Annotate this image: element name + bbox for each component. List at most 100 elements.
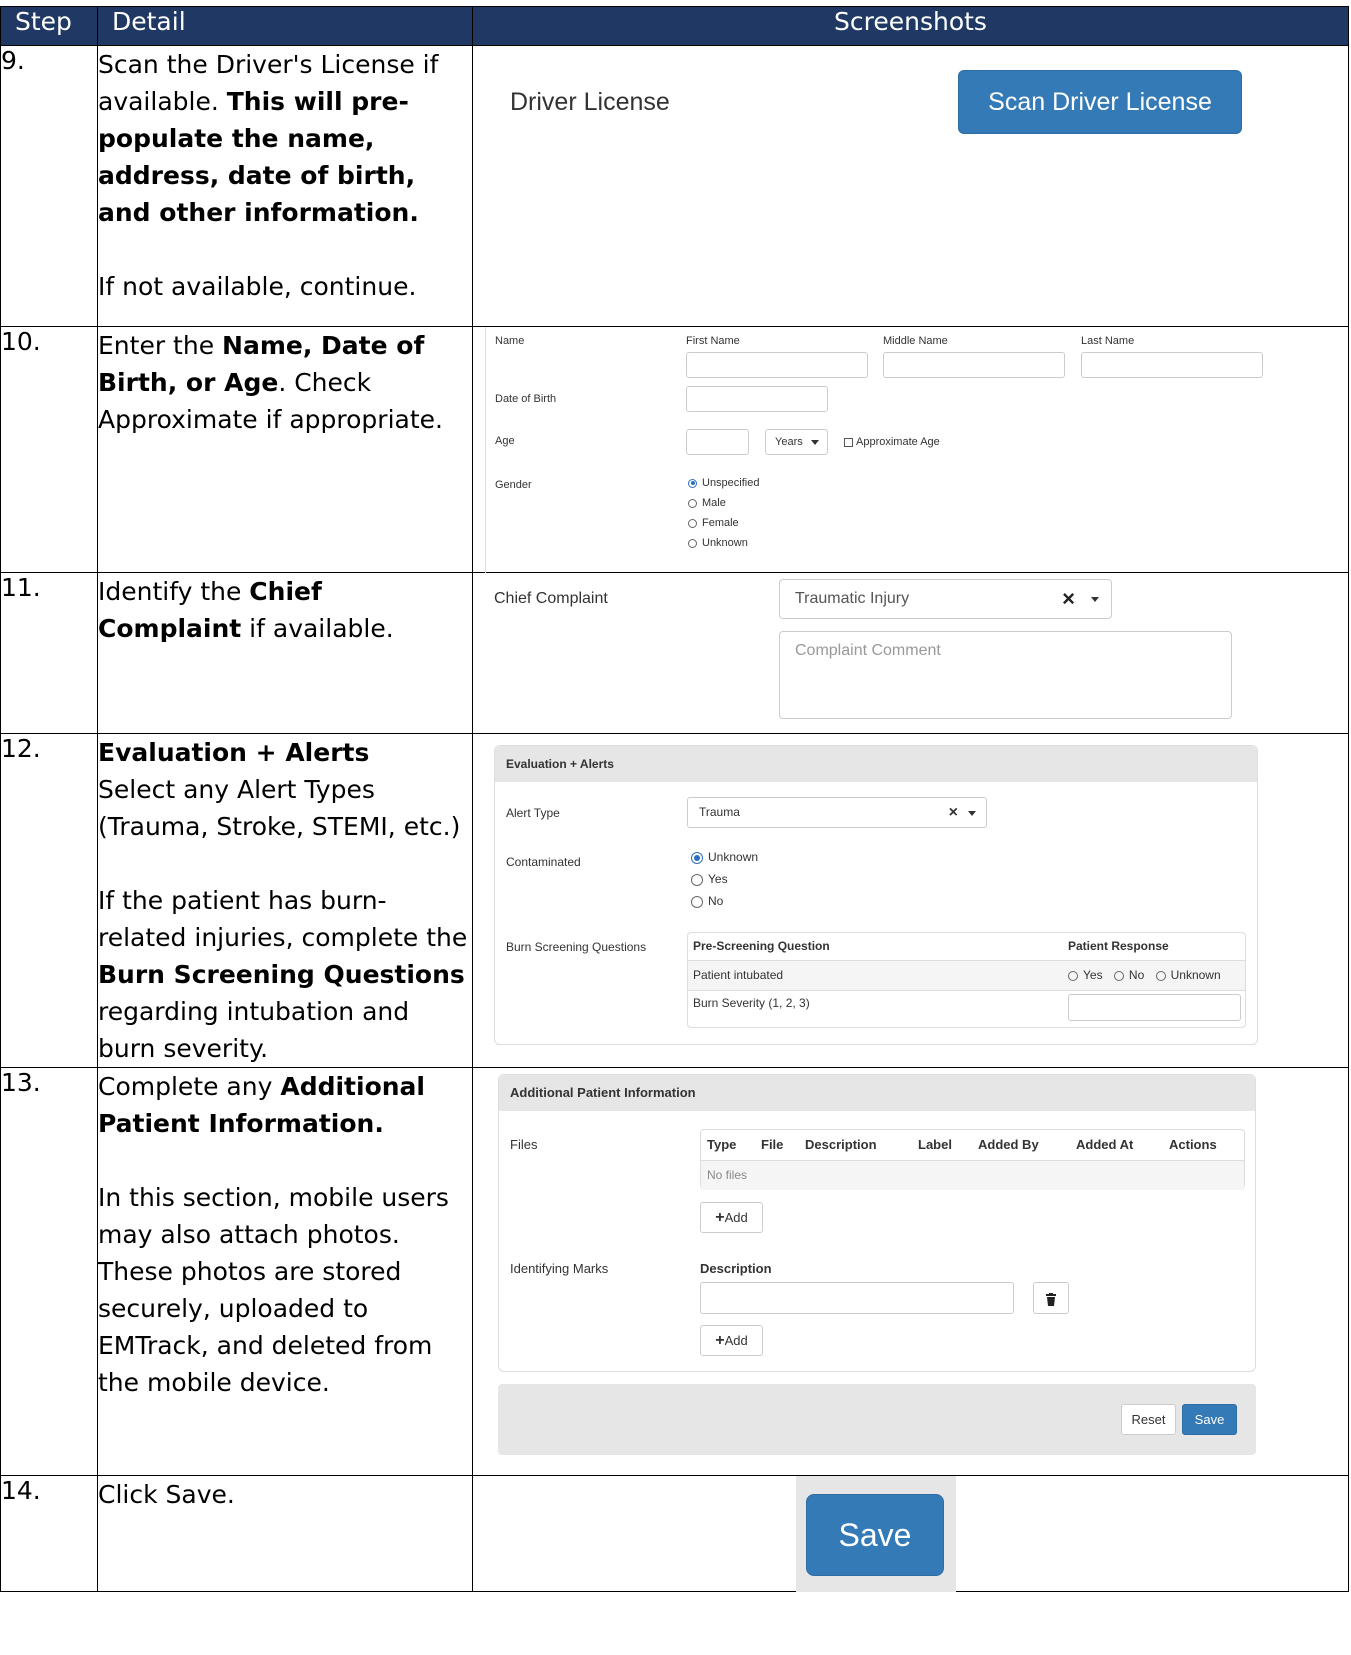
add-mark-button[interactable]: +Add: [700, 1325, 763, 1356]
header-screenshots: Screenshots: [472, 6, 1349, 46]
col-question-header: Pre-Screening Question: [693, 939, 830, 953]
alert-type-value: Trauma: [699, 805, 740, 819]
save-button-backdrop: Save: [796, 1476, 956, 1592]
scan-driver-license-button[interactable]: Scan Driver License: [958, 70, 1242, 134]
burn-screening-label: Burn Screening Questions: [506, 940, 647, 954]
dob-label: Date of Birth: [495, 393, 557, 405]
panel-title: Additional Patient Information: [499, 1075, 1255, 1111]
screenshot-save: Save: [472, 1475, 1349, 1592]
first-name-input[interactable]: [686, 352, 868, 378]
complaint-comment-textarea[interactable]: Complaint Comment: [779, 631, 1232, 719]
screenshot-additional-info: Additional Patient Information Files Typ…: [472, 1067, 1349, 1476]
intubated-option[interactable]: No: [1113, 968, 1144, 982]
delete-mark-button[interactable]: [1033, 1282, 1069, 1314]
step-number: 9.: [0, 45, 98, 327]
burn-severity-input[interactable]: [1068, 994, 1241, 1021]
alert-type-select[interactable]: Trauma ×: [687, 797, 987, 828]
gender-option[interactable]: Unspecified: [688, 473, 759, 493]
age-label: Age: [495, 435, 515, 447]
contaminated-option[interactable]: Unknown: [691, 846, 758, 868]
name-label: Name: [495, 335, 525, 347]
step-number: 10.: [0, 326, 98, 573]
trash-icon: [1046, 1292, 1056, 1306]
step-number: 12.: [0, 733, 98, 1068]
approximate-age-label: Approximate Age: [856, 436, 940, 448]
no-files-text: No files: [707, 1168, 748, 1182]
radio-icon: [1068, 970, 1078, 981]
col-type: Type: [707, 1137, 737, 1152]
col-response-header: Patient Response: [1068, 939, 1169, 953]
screenshot-chief-complaint: Chief Complaint Traumatic Injury × Compl…: [472, 572, 1349, 734]
driver-license-title: Driver License: [510, 88, 670, 116]
approximate-age-checkbox[interactable]: Approximate Age: [844, 436, 940, 448]
step-detail: Click Save.: [97, 1475, 473, 1592]
chevron-down-icon[interactable]: [1091, 597, 1099, 602]
gender-option[interactable]: Male: [688, 493, 759, 513]
age-unit-select[interactable]: Years: [765, 429, 828, 455]
col-description: Description: [805, 1137, 877, 1152]
col-label: Label: [918, 1137, 952, 1152]
gender-radio-group: Unspecified Male Female Unknown: [688, 473, 759, 553]
col-added-by: Added By: [978, 1137, 1039, 1152]
contaminated-radio-group: Unknown Yes No: [691, 846, 758, 912]
step-number: 14.: [0, 1475, 98, 1592]
burn-screening-table: Pre-Screening Question Patient Response …: [687, 932, 1246, 1028]
col-added-at: Added At: [1076, 1137, 1134, 1152]
chief-complaint-value: Traumatic Injury: [795, 590, 910, 607]
middle-name-input[interactable]: [883, 352, 1065, 378]
header-detail: Detail: [97, 6, 473, 46]
question-burn-severity: Burn Severity (1, 2, 3): [693, 996, 810, 1010]
radio-selected-icon: [691, 851, 703, 864]
plus-icon: +: [715, 1209, 725, 1226]
intubated-option[interactable]: Yes: [1068, 968, 1103, 982]
add-file-button[interactable]: +Add: [700, 1202, 763, 1233]
col-file: File: [761, 1137, 784, 1152]
gender-option[interactable]: Female: [688, 513, 759, 533]
screenshot-driver-license: Driver License Scan Driver License: [472, 45, 1349, 327]
dob-input[interactable]: [686, 386, 828, 412]
radio-icon: [688, 518, 697, 528]
gender-option[interactable]: Unknown: [688, 533, 759, 553]
question-intubated: Patient intubated: [693, 968, 784, 982]
middle-name-label: Middle Name: [883, 335, 948, 347]
step-detail: Scan the Driver's License if available. …: [97, 45, 473, 327]
alert-type-label: Alert Type: [506, 806, 560, 820]
description-label: Description: [700, 1261, 772, 1276]
step-number: 13.: [0, 1067, 98, 1476]
chevron-down-icon[interactable]: [968, 811, 976, 816]
last-name-label: Last Name: [1081, 335, 1135, 347]
contaminated-option[interactable]: No: [691, 890, 758, 912]
plus-icon: +: [715, 1332, 725, 1349]
radio-selected-icon: [688, 478, 697, 488]
chief-complaint-select[interactable]: Traumatic Injury ×: [779, 579, 1112, 619]
radio-icon: [1113, 970, 1124, 981]
identifying-mark-description-input[interactable]: [700, 1282, 1014, 1314]
step-detail: Enter the Name, Date of Birth, or Age. C…: [97, 326, 473, 573]
checkbox-icon: [844, 437, 853, 447]
age-input[interactable]: [686, 429, 749, 455]
first-name-label: First Name: [686, 335, 740, 347]
clear-icon[interactable]: ×: [1062, 580, 1075, 618]
identifying-marks-label: Identifying Marks: [510, 1261, 609, 1276]
table-row: Patient intubated Yes No Unknown: [688, 960, 1245, 991]
save-button[interactable]: Save: [1182, 1404, 1237, 1435]
header-step: Step: [0, 6, 98, 46]
files-table: Type File Description Label Added By Add…: [700, 1129, 1245, 1190]
step-detail: Identify the Chief Complaint if availabl…: [97, 572, 473, 734]
intubated-option[interactable]: Unknown: [1155, 968, 1221, 982]
save-button-large[interactable]: Save: [806, 1494, 944, 1576]
clear-icon[interactable]: ×: [949, 798, 958, 827]
contaminated-option[interactable]: Yes: [691, 868, 758, 890]
complaint-comment-placeholder: Complaint Comment: [795, 642, 941, 659]
step-number: 11.: [0, 572, 98, 734]
chevron-down-icon: [810, 439, 819, 445]
reset-button[interactable]: Reset: [1121, 1404, 1176, 1435]
table-row: No files: [701, 1160, 1244, 1190]
radio-icon: [691, 873, 703, 886]
form-footer: Reset Save: [498, 1384, 1256, 1455]
chief-complaint-label: Chief Complaint: [494, 590, 608, 607]
panel-title: Evaluation + Alerts: [495, 746, 1257, 782]
last-name-input[interactable]: [1081, 352, 1263, 378]
intubated-radio-group: Yes No Unknown: [1068, 968, 1221, 982]
additional-info-panel: Additional Patient Information Files Typ…: [498, 1074, 1256, 1372]
